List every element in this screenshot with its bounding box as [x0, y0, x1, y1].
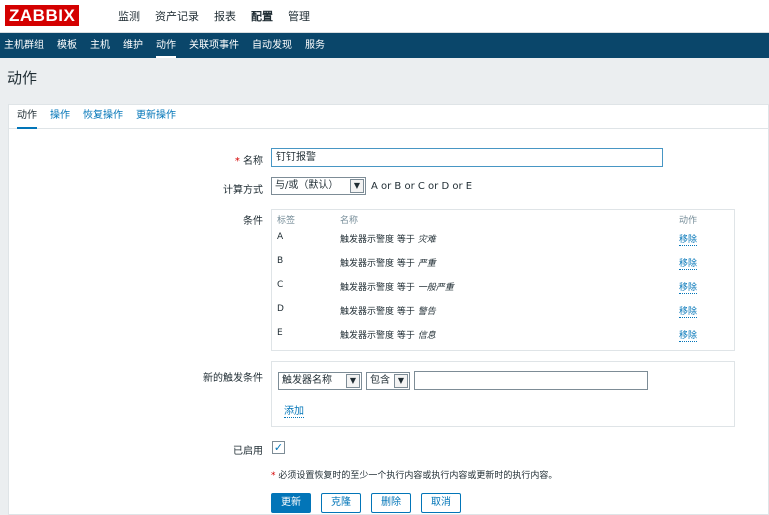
- remove-condition-link[interactable]: 移除: [679, 256, 698, 270]
- top-nav-reports[interactable]: 报表: [214, 0, 236, 33]
- sub-nav-maintenance[interactable]: 维护: [123, 33, 143, 58]
- condition-row-text: 触发器示警度 等于 严重: [340, 259, 436, 269]
- top-nav-monitoring[interactable]: 监测: [118, 0, 140, 33]
- form-panel: 动作 操作 恢复操作 更新操作 * 名称 钉钉报警 计算方式 与/或（默认） ▼…: [8, 104, 769, 515]
- col-header-action: 动作: [679, 216, 698, 226]
- top-nav-configuration[interactable]: 配置: [251, 0, 273, 33]
- condition-type-select[interactable]: 触发器名称 ▼: [278, 372, 362, 390]
- calc-select-value: 与/或（默认）: [275, 180, 339, 191]
- zabbix-logo[interactable]: ZABBIX: [5, 5, 80, 26]
- col-header-name: 名称: [340, 216, 359, 226]
- remove-condition-link[interactable]: 移除: [679, 328, 698, 342]
- add-condition-link[interactable]: 添加: [284, 402, 304, 418]
- condition-operator-value: 包含: [370, 375, 390, 386]
- cancel-button[interactable]: 取消: [421, 493, 461, 513]
- sub-nav: 主机群组 模板 主机 维护 动作 关联项事件 自动发现 服务: [0, 33, 769, 58]
- checkmark-icon: ✓: [273, 441, 284, 454]
- condition-row-text: 触发器示警度 等于 灾难: [340, 235, 436, 245]
- tab-operations[interactable]: 操作: [50, 105, 70, 129]
- name-input[interactable]: 钉钉报警: [271, 148, 663, 167]
- chevron-down-icon: ▼: [350, 179, 364, 193]
- calc-label: 计算方式: [223, 185, 263, 196]
- calc-formula: A or B or C or D or E: [371, 181, 473, 192]
- condition-row-text: 触发器示警度 等于 信息: [340, 331, 436, 341]
- sub-nav-host-groups[interactable]: 主机群组: [4, 33, 44, 58]
- condition-row-label: A: [277, 232, 284, 242]
- conditions-label: 条件: [243, 216, 263, 227]
- condition-row-label: D: [277, 304, 284, 314]
- condition-value-input[interactable]: [414, 371, 648, 390]
- calc-select[interactable]: 与/或（默认） ▼: [271, 177, 366, 195]
- enabled-label: 已启用: [233, 446, 263, 457]
- top-nav-inventory[interactable]: 资产记录: [155, 0, 199, 33]
- condition-row-label: E: [277, 328, 283, 338]
- tab-bar: 动作 操作 恢复操作 更新操作: [9, 105, 768, 129]
- chevron-down-icon: ▼: [346, 374, 360, 388]
- top-nav: 监测 资产记录 报表 配置 管理: [118, 0, 325, 33]
- delete-button[interactable]: 删除: [371, 493, 411, 513]
- clone-button[interactable]: 克隆: [321, 493, 361, 513]
- tab-action[interactable]: 动作: [17, 105, 37, 129]
- required-note: * 必须设置恢复时的至少一个执行内容或执行内容或更新时的执行内容。: [271, 471, 558, 481]
- condition-row-label: C: [277, 280, 284, 290]
- condition-row-text: 触发器示警度 等于 一般严重: [340, 283, 454, 293]
- remove-condition-link[interactable]: 移除: [679, 232, 698, 246]
- top-nav-administration[interactable]: 管理: [288, 0, 310, 33]
- sub-nav-event-correlation[interactable]: 关联项事件: [189, 33, 239, 58]
- remove-condition-link[interactable]: 移除: [679, 304, 698, 318]
- col-header-label: 标签: [277, 216, 296, 226]
- condition-row-text: 触发器示警度 等于 警告: [340, 307, 436, 317]
- required-marker: *: [234, 156, 240, 167]
- enabled-checkbox[interactable]: ✓: [272, 441, 285, 454]
- condition-row-label: B: [277, 256, 284, 266]
- page-title: 动作: [7, 69, 38, 87]
- sub-nav-hosts[interactable]: 主机: [90, 33, 110, 58]
- tab-recovery-operations[interactable]: 恢复操作: [83, 105, 123, 129]
- chevron-down-icon: ▼: [394, 374, 408, 388]
- sub-nav-discovery[interactable]: 自动发现: [252, 33, 292, 58]
- top-bar: ZABBIX 监测 资产记录 报表 配置 管理: [0, 0, 769, 33]
- tab-update-operations[interactable]: 更新操作: [136, 105, 176, 129]
- new-condition-box: 触发器名称 ▼ 包含 ▼ 添加: [271, 361, 735, 427]
- condition-type-value: 触发器名称: [282, 375, 332, 386]
- conditions-table: 标签 名称 动作 A 触发器示警度 等于 灾难 移除 B 触发器示警度 等于 严…: [271, 209, 735, 351]
- remove-condition-link[interactable]: 移除: [679, 280, 698, 294]
- condition-operator-select[interactable]: 包含 ▼: [366, 372, 410, 390]
- sub-nav-services[interactable]: 服务: [305, 33, 325, 58]
- new-condition-label: 新的触发条件: [203, 373, 263, 384]
- name-label: * 名称: [234, 156, 263, 167]
- sub-nav-actions[interactable]: 动作: [156, 33, 176, 58]
- sub-nav-templates[interactable]: 模板: [57, 33, 77, 58]
- update-button[interactable]: 更新: [271, 493, 311, 513]
